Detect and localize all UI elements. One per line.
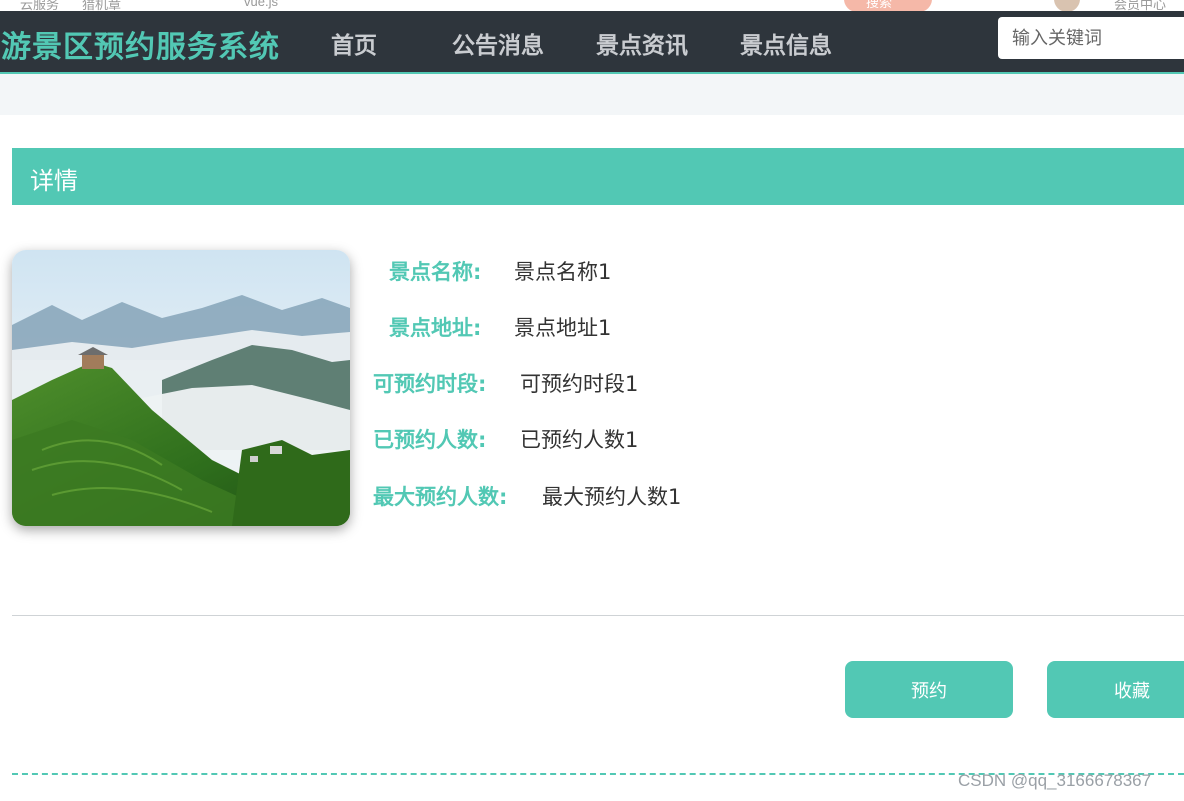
field-value-max-count: 最大预约人数1 <box>542 485 682 509</box>
mountain-landscape-image <box>12 250 350 526</box>
field-value-time-slot: 可预约时段1 <box>520 372 639 396</box>
book-button[interactable]: 预约 <box>845 661 1013 718</box>
field-label-max-count: 最大预约人数: <box>373 485 508 509</box>
watermark: CSDN @qq_3166678367 <box>958 771 1152 790</box>
field-label-time-slot: 可预约时段: <box>373 372 487 396</box>
breadcrumb-bar <box>0 74 1184 115</box>
field-value-address: 景点地址1 <box>514 316 612 340</box>
nav-home[interactable]: 首页 <box>331 26 377 60</box>
field-label-name: 景点名称: <box>389 260 482 284</box>
field-label-address: 景点地址: <box>389 316 482 340</box>
nav-scenic-news[interactable]: 景点资讯 <box>596 26 688 60</box>
nav-scenic-info[interactable]: 景点信息 <box>740 26 832 60</box>
field-value-booked-count: 已预约人数1 <box>520 428 639 452</box>
top-strip-link-3[interactable]: vue.js <box>244 0 278 9</box>
navbar: 旅游景区预约服务系统 首页 公告消息 景点资讯 景点信息 <box>0 11 1184 74</box>
scenic-photo <box>12 250 350 526</box>
nav-announcements[interactable]: 公告消息 <box>452 26 544 60</box>
divider <box>12 615 1184 616</box>
detail-header: 详情 <box>12 148 1184 205</box>
detail-title: 详情 <box>30 167 78 195</box>
field-label-booked-count: 已预约人数: <box>373 428 487 452</box>
site-title: 旅游景区预约服务系统 <box>0 30 280 65</box>
favorite-button[interactable]: 收藏 <box>1047 661 1184 718</box>
field-value-name: 景点名称1 <box>514 260 612 284</box>
search-input[interactable] <box>998 17 1184 59</box>
